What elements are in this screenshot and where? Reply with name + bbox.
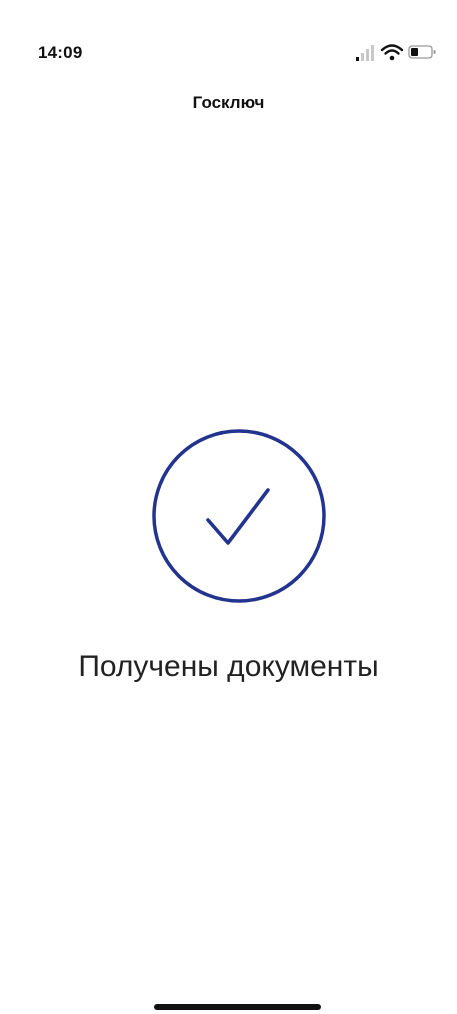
cellular-signal-icon bbox=[356, 45, 374, 61]
status-icons bbox=[356, 44, 436, 61]
wifi-icon bbox=[380, 44, 404, 61]
battery-icon bbox=[408, 45, 436, 59]
checkmark-circle-icon bbox=[152, 429, 326, 603]
page-title: Госключ bbox=[192, 93, 265, 112]
home-indicator[interactable] bbox=[154, 1004, 321, 1010]
success-message: Получены документы bbox=[78, 650, 379, 683]
status-time: 14:09 bbox=[38, 43, 83, 62]
status-bar: 14:09 bbox=[0, 0, 457, 80]
